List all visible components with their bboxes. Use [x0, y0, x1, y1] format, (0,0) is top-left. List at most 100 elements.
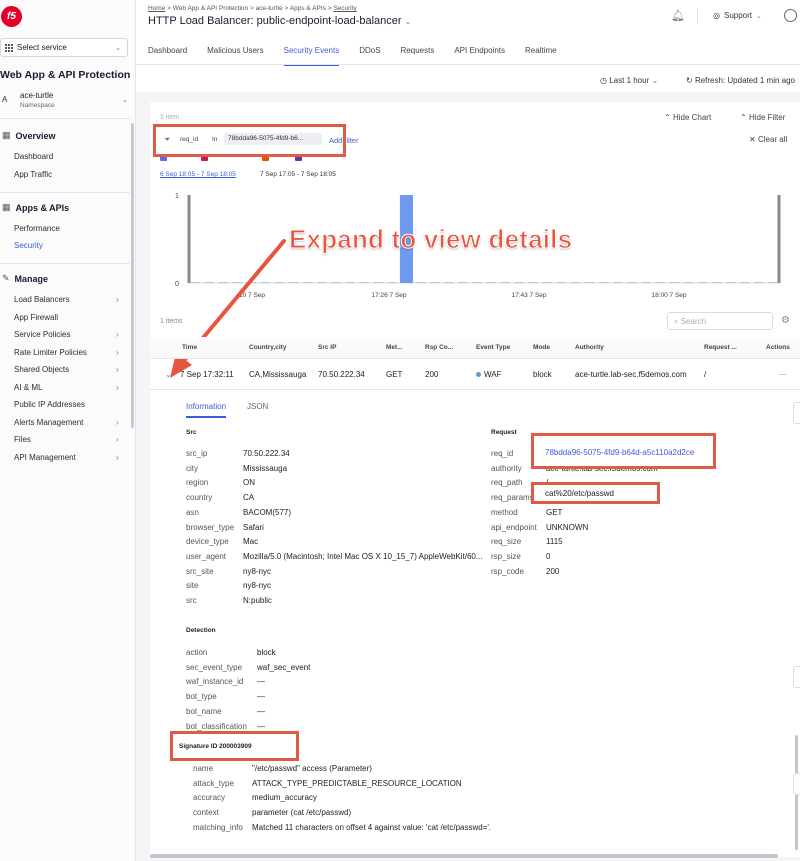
section-apps-apis[interactable]: ▦ Apps & APIs: [2, 202, 69, 213]
field-key: method: [491, 507, 518, 517]
date-range-link[interactable]: 6 Sep 18:05 - 7 Sep 18:05: [160, 171, 236, 178]
field-value: ny8-nyc: [243, 566, 272, 576]
cell-authority: ace-turtle.lab-sec.f5demos.com: [575, 370, 687, 379]
field-key: accuracy: [193, 793, 226, 803]
sidebar-scrollbar[interactable]: [131, 123, 134, 428]
breadcrumb-security[interactable]: Security: [333, 5, 356, 12]
column-header-time[interactable]: Time: [182, 344, 197, 351]
sidebar-item-service-policies[interactable]: Service Policies: [14, 330, 70, 339]
tab-api-endpoints[interactable]: API Endpoints: [454, 46, 505, 66]
sidebar-item-load-balancers[interactable]: Load Balancers: [14, 295, 70, 304]
gear-icon[interactable]: ⚙: [781, 315, 790, 326]
column-header-mode[interactable]: Mode: [533, 344, 550, 351]
page-title[interactable]: HTTP Load Balancer: public-endpoint-load…: [148, 15, 411, 27]
tab-realtime[interactable]: Realtime: [525, 46, 557, 66]
select-service-dropdown[interactable]: Select service ⌄: [0, 38, 128, 57]
breadcrumb-item[interactable]: Web App & API Protection: [173, 5, 248, 12]
sidebar-item-security[interactable]: Security: [14, 241, 43, 250]
horizontal-scrollbar[interactable]: [150, 854, 778, 858]
breadcrumb-item[interactable]: Apps & APIs: [290, 5, 326, 12]
detection-section-title: Detection: [186, 627, 216, 634]
breadcrumb-item[interactable]: ace-turtle: [256, 5, 283, 12]
tab-ddos[interactable]: DDoS: [359, 46, 380, 66]
refresh-icon: ↻: [686, 76, 693, 85]
hide-filter-button[interactable]: ⌃ Hide Filter: [740, 113, 785, 122]
search-input[interactable]: ⌕ Search: [667, 312, 773, 330]
column-header-method[interactable]: Met...: [386, 344, 403, 351]
sidebar-item-alerts-management[interactable]: Alerts Management: [14, 418, 83, 427]
sidebar-item-files[interactable]: Files: [14, 435, 31, 444]
tab-malicious-users[interactable]: Malicious Users: [207, 46, 263, 66]
field-value-highlighted: cat%20/etc/passwd: [545, 489, 614, 498]
chevron-right-icon: ›: [116, 453, 119, 462]
namespace-avatar: A: [2, 95, 8, 104]
chevron-down-icon: ⌄: [651, 76, 659, 85]
chevron-down-icon[interactable]: ⌄: [122, 96, 128, 104]
sidebar-item-dashboard[interactable]: Dashboard: [14, 152, 53, 161]
sidebar-item-app-traffic[interactable]: App Traffic: [14, 170, 52, 179]
field-value: ny8-nyc: [243, 581, 272, 591]
f5-logo[interactable]: f5: [1, 6, 22, 27]
sidebar-item-rate-limiter-policies[interactable]: Rate Limiter Policies: [14, 348, 87, 357]
user-avatar-icon[interactable]: [784, 9, 797, 22]
chevron-up-icon: ⌃: [664, 113, 671, 122]
sidebar-item-public-ip-addresses[interactable]: Public IP Addresses: [14, 400, 85, 409]
tab-security-events[interactable]: Security Events: [283, 46, 340, 66]
sidebar-item-performance[interactable]: Performance: [14, 224, 60, 233]
cell-event-type: WAF: [476, 370, 501, 379]
side-panel-handle[interactable]: [793, 402, 800, 424]
tab-requests[interactable]: Requests: [401, 46, 435, 66]
table-header: [150, 337, 800, 359]
section-manage[interactable]: ✎ Manage: [2, 273, 48, 284]
chevron-right-icon: ›: [116, 295, 119, 304]
side-panel-handle[interactable]: [793, 773, 800, 795]
refresh-button[interactable]: ↻ Refresh: Updated 1 min ago: [686, 76, 795, 85]
namespace-label: Namespace: [20, 102, 55, 109]
sidebar: f5 Select service ⌄ Web App & API Protec…: [0, 0, 136, 861]
field-value: Safari: [243, 522, 264, 532]
side-panel-handle[interactable]: [793, 666, 800, 688]
tab-information[interactable]: Information: [186, 402, 227, 418]
field-key: req_id: [491, 449, 514, 458]
field-value: parameter (cat /etc/passwd): [252, 808, 352, 818]
field-value: BACOM(577): [243, 507, 292, 517]
support-menu[interactable]: ◎ Support ⌄: [713, 11, 762, 20]
cell-rsp-code: 200: [425, 370, 439, 379]
hide-chart-button[interactable]: ⌃ Hide Chart: [664, 113, 711, 122]
namespace-name[interactable]: ace-turtle: [20, 91, 53, 100]
chevron-right-icon: ›: [116, 365, 119, 374]
expand-chevron-icon[interactable]: ⌄: [165, 370, 172, 379]
sidebar-item-shared-objects[interactable]: Shared Objects: [14, 365, 69, 374]
breadcrumb-home[interactable]: Home: [148, 5, 165, 12]
chevron-right-icon: ›: [116, 330, 119, 339]
section-overview[interactable]: ▦ Overview: [2, 130, 56, 141]
field-value: ATTACK_TYPE_PREDICTABLE_RESOURCE_LOCATIO…: [252, 778, 462, 788]
bell-icon[interactable]: 🔔︎: [671, 9, 685, 22]
clock-icon: ◷: [600, 76, 607, 85]
clear-all-button[interactable]: ✕ Clear all: [749, 135, 787, 144]
annotation-box-filter: [153, 124, 346, 157]
field-value: 200: [546, 566, 560, 576]
column-header-event-type[interactable]: Event Type: [476, 344, 510, 351]
annotation-box-signature: Signature ID 200003909: [170, 731, 299, 761]
column-header-country[interactable]: Country,city: [249, 344, 286, 351]
tab-dashboard[interactable]: Dashboard: [148, 46, 187, 66]
field-key: region: [186, 478, 209, 488]
column-header-src-ip[interactable]: Src IP: [318, 344, 336, 351]
time-range-picker[interactable]: ◷ Last 1 hour ⌄: [600, 76, 658, 85]
column-header-rsp-code[interactable]: Rsp Co...: [425, 344, 453, 351]
more-actions-icon[interactable]: ...: [779, 367, 787, 377]
hide-chart-label: Hide Chart: [672, 113, 712, 122]
field-value: medium_accuracy: [252, 793, 317, 803]
field-value: CA: [243, 493, 255, 503]
sidebar-item-ai-ml[interactable]: AI & ML: [14, 383, 42, 392]
chevron-right-icon: ›: [116, 435, 119, 444]
field-value: 0: [546, 551, 551, 561]
sidebar-item-app-firewall[interactable]: App Firewall: [14, 313, 58, 322]
grid-icon: [5, 43, 13, 52]
tab-json[interactable]: JSON: [247, 402, 268, 411]
app-title: Web App & API Protection: [0, 69, 131, 81]
column-header-authority[interactable]: Authority: [575, 344, 604, 351]
column-header-request[interactable]: Request ...: [704, 344, 737, 351]
sidebar-item-api-management[interactable]: API Management: [14, 453, 76, 462]
